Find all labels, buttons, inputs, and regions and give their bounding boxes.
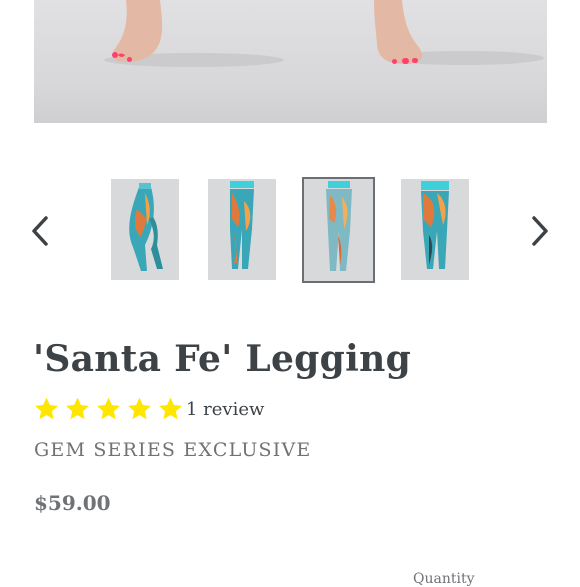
star-icon [66,397,89,420]
gallery-next-button[interactable] [527,213,551,249]
review-count-link[interactable]: 1 review [186,399,264,420]
star-icon [159,397,182,420]
star-icon [97,397,120,420]
product-main-image[interactable] [34,0,547,123]
chevron-right-icon [532,216,548,246]
product-title: 'Santa Fe' Legging [33,338,412,380]
thumbnail-image [230,181,254,269]
gallery-thumbnail-2[interactable] [208,179,276,280]
chevron-left-icon [32,216,48,246]
product-rating[interactable]: 1 review [33,396,264,422]
product-photo [104,0,544,67]
gallery-thumbnail-1[interactable] [111,179,179,280]
thumbnail-image [129,183,163,271]
star-icon [128,397,151,420]
gallery-prev-button[interactable] [29,213,53,249]
star-icon [35,397,58,420]
thumbnail-image [421,181,449,269]
gallery-thumbnail-4[interactable] [401,179,469,280]
gallery-thumbnail-3[interactable] [302,177,375,283]
product-vendor: GEM SERIES EXCLUSIVE [34,439,312,461]
quantity-label: Quantity [413,571,475,587]
product-price: $59.00 [34,491,111,515]
thumbnail-image [326,181,352,271]
